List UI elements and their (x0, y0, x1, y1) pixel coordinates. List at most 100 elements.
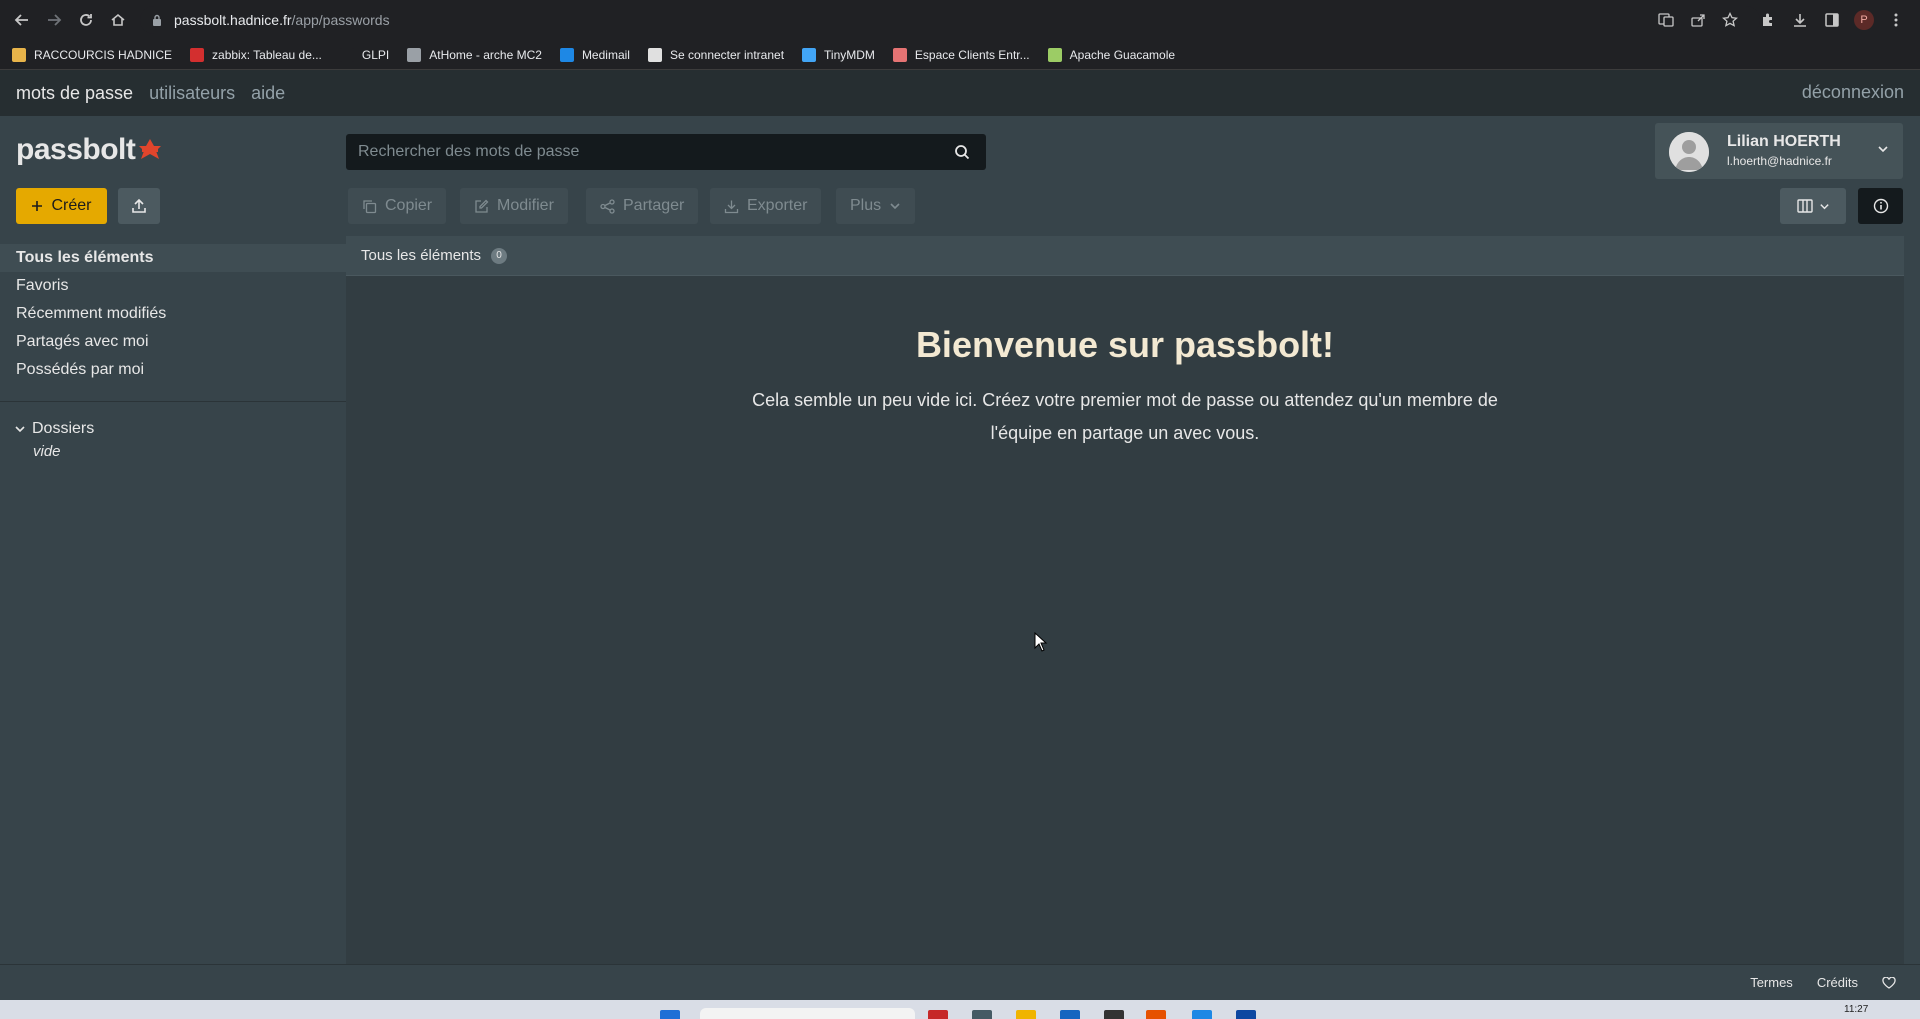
chevron-down-icon (889, 200, 901, 212)
kebab-menu-icon[interactable] (1884, 8, 1908, 32)
bookmark-item[interactable]: Se connecter intranet (647, 47, 785, 62)
download-icon (724, 199, 739, 214)
folder-icon[interactable] (1016, 1010, 1036, 1019)
breadcrumb: Tous les éléments 0 (346, 236, 1904, 276)
download-icon[interactable] (1788, 8, 1812, 32)
terminal-icon[interactable] (1104, 1010, 1124, 1019)
extensions-icon[interactable] (1756, 8, 1780, 32)
more-button[interactable]: Plus (836, 188, 916, 224)
chevron-down-icon[interactable] (1877, 143, 1889, 155)
sidebar-filters: Tous les éléments Favoris Récemment modifi… (0, 236, 346, 384)
sidebar-filter-item[interactable]: Favoris (0, 272, 346, 300)
bookmark-item[interactable]: Apache Guacamole (1047, 47, 1176, 62)
sidebar-filter-item[interactable]: Tous les éléments (0, 244, 346, 272)
passbolt-logo[interactable]: passbolt (16, 133, 163, 167)
translate-icon[interactable] (1654, 8, 1678, 32)
heart-icon[interactable] (1882, 976, 1896, 989)
share-button[interactable]: Partager (586, 188, 699, 224)
breadcrumb-item[interactable]: Tous les éléments (361, 247, 481, 264)
bookmark-label: RACCOURCIS HADNICE (34, 47, 173, 62)
home-icon[interactable] (106, 8, 130, 32)
globe-icon (407, 47, 422, 62)
browser-actions: P (1756, 8, 1908, 32)
app-icon[interactable] (1192, 1010, 1212, 1019)
bookmark-label: TinyMDM (824, 47, 875, 62)
address-bar[interactable]: passbolt.hadnice.fr/app/passwords (140, 6, 1760, 34)
bookmark-label: Se connecter intranet (669, 47, 785, 62)
folder-icon (12, 47, 26, 62)
edit-button[interactable]: Modifier (460, 188, 568, 224)
start-icon[interactable] (660, 1010, 680, 1019)
search-icon[interactable] (954, 144, 970, 160)
info-button[interactable] (1858, 188, 1903, 224)
forward-icon[interactable] (42, 8, 66, 32)
columns-view-button[interactable] (1780, 188, 1846, 224)
passbolt-logo-mark-icon (137, 137, 163, 163)
bookmark-label: Medimail (581, 47, 630, 62)
export-button[interactable]: Exporter (710, 188, 822, 224)
user-name: Lilian HOERTH (1727, 133, 1841, 150)
url-text: passbolt.hadnice.fr/app/passwords (174, 12, 390, 28)
espace-clients-icon (892, 47, 907, 62)
divider (0, 401, 346, 402)
os-taskbar: 11:27 (0, 1000, 1920, 1019)
back-icon[interactable] (10, 8, 34, 32)
import-button[interactable] (118, 188, 160, 224)
avatar (1669, 132, 1709, 172)
medimail-icon (559, 47, 574, 62)
folders-empty-label: vide (33, 443, 61, 460)
bookmark-item[interactable]: Medimail (559, 47, 630, 62)
app-icon[interactable] (972, 1010, 992, 1019)
columns-icon (1796, 199, 1813, 213)
bookmark-item[interactable]: Espace Clients Entr... (892, 47, 1030, 62)
mouse-cursor-icon (1034, 632, 1048, 652)
share-icon[interactable] (1686, 8, 1710, 32)
outlook-icon[interactable] (1060, 1010, 1080, 1019)
profile-avatar[interactable]: P (1852, 8, 1876, 32)
url-actions (1654, 8, 1742, 32)
sidebar: Tous les éléments Favoris Récemment modifi… (0, 236, 346, 964)
reload-icon[interactable] (74, 8, 98, 32)
plus-icon (31, 200, 43, 212)
search-bar (346, 134, 986, 170)
taskbar-search[interactable] (700, 1008, 915, 1019)
terms-link[interactable]: Termes (1750, 975, 1793, 990)
sidebar-filter-item[interactable]: Possédés par moi (0, 356, 346, 384)
bookmark-item[interactable]: RACCOURCIS HADNICE (12, 47, 173, 62)
side-panel-icon[interactable] (1820, 8, 1844, 32)
calendar-icon[interactable] (928, 1010, 948, 1019)
chevron-down-icon (14, 423, 26, 435)
chrome-icon[interactable] (1146, 1010, 1166, 1019)
welcome-title: Bienvenue sur passbolt! (915, 324, 1335, 365)
sidebar-filter-item[interactable]: Partagés avec moi (0, 328, 346, 356)
bookmark-label: Apache Guacamole (1069, 47, 1176, 62)
bookmark-item[interactable]: AtHome - arche MC2 (407, 47, 542, 62)
window-icon[interactable] (1236, 1010, 1256, 1019)
copy-button[interactable]: Copier (348, 188, 447, 224)
share-nodes-icon (600, 198, 615, 214)
search-input[interactable] (346, 143, 926, 161)
upload-icon (131, 198, 147, 214)
welcome-text: Cela semble un peu vide ici. Créez votre… (752, 390, 1498, 443)
sidebar-filter-item[interactable]: Récemment modifiés (0, 300, 346, 328)
intranet-icon (647, 47, 662, 62)
menu-help[interactable]: aide (251, 83, 285, 104)
user-email: l.hoerth@hadnice.fr (1727, 154, 1832, 168)
tinymdm-icon (802, 47, 817, 62)
bookmark-item[interactable]: zabbix: Tableau de... (190, 47, 322, 62)
folders-toggle[interactable]: Dossiers (14, 420, 94, 438)
info-icon (1873, 198, 1889, 214)
credits-link[interactable]: Crédits (1817, 975, 1858, 990)
create-button[interactable]: Créer (16, 188, 107, 224)
folders-title: Dossiers (32, 420, 95, 437)
copy-icon (362, 199, 377, 214)
bookmark-item[interactable]: TinyMDM (802, 47, 875, 62)
menu-passwords[interactable]: mots de passe (16, 83, 133, 104)
lock-icon (152, 14, 162, 26)
user-badge[interactable]: Lilian HOERTH l.hoerth@hadnice.fr (1655, 123, 1903, 179)
menu-users[interactable]: utilisateurs (149, 83, 235, 104)
logout-link[interactable]: déconnexion (1802, 82, 1904, 103)
bookmark-label: Espace Clients Entr... (914, 47, 1030, 62)
star-icon[interactable] (1718, 8, 1742, 32)
bookmark-item[interactable]: GLPI (339, 47, 389, 62)
